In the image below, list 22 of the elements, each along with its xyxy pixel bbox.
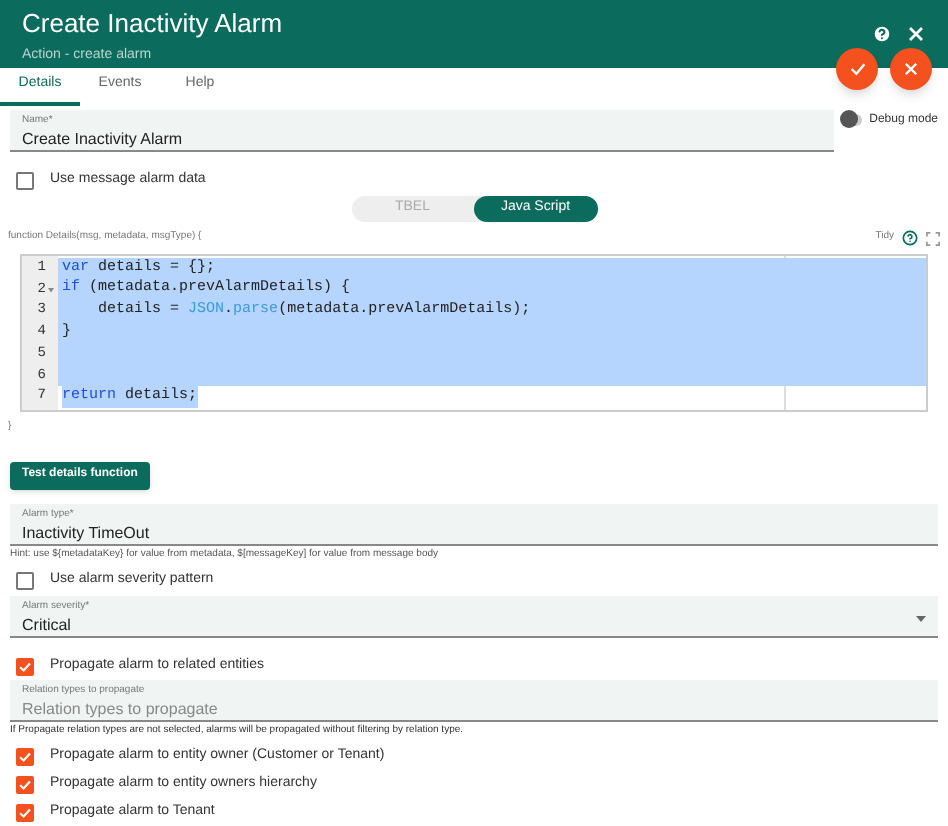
cancel-button[interactable] [890, 48, 932, 90]
confirm-button[interactable] [836, 48, 878, 90]
help-icon[interactable] [902, 230, 918, 246]
field-value: Critical [22, 614, 73, 636]
fold-icon[interactable] [48, 287, 54, 294]
checkbox[interactable] [16, 657, 34, 675]
checkbox[interactable] [16, 571, 34, 589]
field-value: Inactivity TimeOut [22, 522, 152, 544]
toggle-switch[interactable] [842, 114, 862, 126]
close-icon[interactable] [908, 26, 924, 42]
checkbox[interactable] [16, 775, 34, 793]
check-icon [849, 62, 865, 76]
dialog-title: Create Inactivity Alarm [22, 8, 285, 40]
checkbox[interactable] [16, 803, 34, 821]
checkbox[interactable] [16, 171, 34, 189]
field-value: Create Inactivity Alarm [22, 128, 185, 150]
checkbox[interactable] [16, 747, 34, 765]
fullscreen-icon[interactable] [926, 231, 940, 245]
close-icon [904, 62, 918, 76]
help-icon[interactable] [872, 24, 892, 44]
field-placeholder: Relation types to propagate [22, 698, 220, 720]
caret-icon [916, 615, 926, 621]
